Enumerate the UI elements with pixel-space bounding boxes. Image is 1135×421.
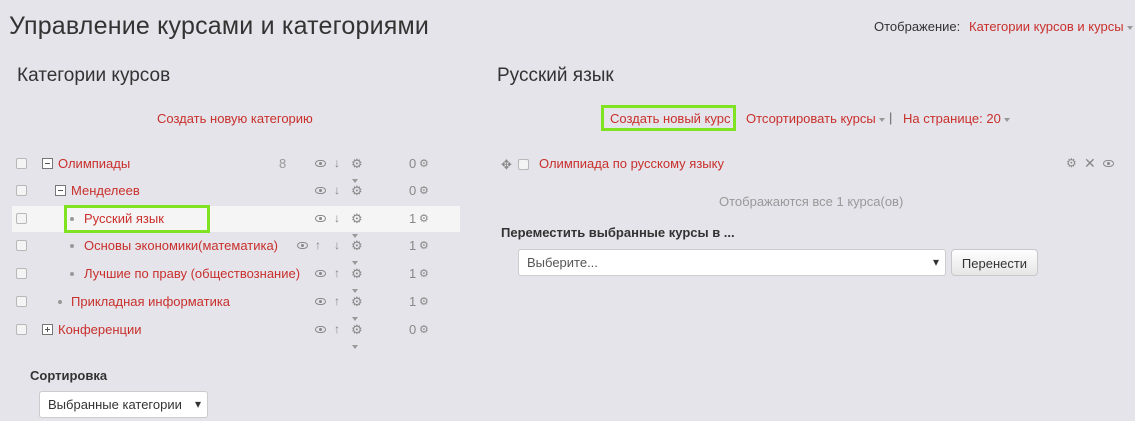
move-courses-label: Переместить выбранные курсы в ... (501, 225, 735, 240)
highlight-box (64, 205, 210, 233)
bullet-icon (70, 244, 74, 248)
caret-down-icon (878, 117, 885, 122)
course-count: 0 (409, 156, 417, 171)
courses-icon: ⚙ (419, 296, 429, 308)
category-link[interactable]: Конференции (58, 322, 142, 337)
course-count: 1 (409, 294, 417, 309)
move-button[interactable]: Перенести (951, 249, 1038, 276)
course-count: 0 (409, 183, 417, 198)
move-target-select[interactable]: Выберите... (518, 249, 946, 276)
courses-icon: ⚙ (419, 158, 429, 170)
arrow-up-icon[interactable]: ↑ (315, 238, 321, 252)
eye-icon[interactable] (315, 298, 326, 305)
courses-icon: ⚙ (419, 185, 429, 197)
view-mode-value: Категории курсов и курсы (969, 19, 1124, 34)
arrow-up-icon[interactable]: ↑ (334, 294, 340, 308)
gear-icon[interactable]: ⚙ (1066, 156, 1077, 170)
courses-icon: ⚙ (419, 268, 429, 280)
sort-select-value: Выбранные категории (48, 397, 182, 412)
gear-icon[interactable]: ⚙ (351, 322, 363, 353)
category-checkbox[interactable] (16, 296, 27, 307)
category-checkbox[interactable] (16, 324, 27, 335)
courses-icon: ⚙ (419, 213, 429, 225)
move-select-value: Выберите... (527, 255, 598, 270)
category-link[interactable]: Прикладная информатика (71, 294, 230, 309)
category-link[interactable]: Менделеев (71, 183, 140, 198)
eye-icon[interactable] (315, 326, 326, 333)
category-checkbox[interactable] (16, 158, 27, 169)
courses-title: Русский язык (497, 65, 614, 86)
create-category-link[interactable]: Создать новую категорию (157, 111, 313, 126)
eye-icon[interactable] (315, 160, 326, 167)
separator: | (889, 110, 893, 125)
category-checkbox[interactable] (16, 213, 27, 224)
arrow-down-icon[interactable]: ↓ (334, 183, 340, 197)
course-checkbox[interactable] (518, 159, 529, 170)
courses-shown-text: Отображаются все 1 курса(ов) (719, 194, 904, 209)
arrow-down-icon[interactable]: ↓ (334, 238, 340, 252)
arrow-up-icon[interactable]: ↑ (334, 266, 340, 280)
category-link[interactable]: Олимпиады (58, 156, 130, 171)
move-icon[interactable]: ✥ (501, 157, 512, 173)
bullet-icon (58, 300, 62, 304)
arrow-down-icon[interactable]: ↓ (334, 211, 340, 225)
view-mode-dropdown[interactable]: Категории курсов и курсы (969, 19, 1133, 34)
delete-icon[interactable]: ✕ (1084, 155, 1096, 172)
category-row: Конференции ↑ ⚙ 0 ⚙ (12, 317, 460, 349)
sort-courses-dropdown[interactable]: Отсортировать курсы (746, 111, 885, 126)
category-checkbox[interactable] (16, 185, 27, 196)
course-link[interactable]: Олимпиада по русскому языку (539, 156, 724, 171)
view-mode-label: Отображение: (874, 19, 961, 34)
caret-down-icon (1003, 117, 1010, 122)
sort-courses-label: Отсортировать курсы (746, 111, 876, 126)
collapse-icon[interactable] (42, 158, 53, 169)
bullet-icon (70, 272, 74, 276)
arrow-down-icon[interactable]: ↓ (334, 156, 340, 170)
course-count: 0 (409, 322, 417, 337)
category-link[interactable]: Лучшие по праву (обществознание) (84, 266, 300, 281)
sort-label: Сортировка (30, 368, 108, 383)
category-link[interactable]: Основы экономики(математика) (84, 238, 278, 253)
category-sort-select[interactable]: Выбранные категории (39, 391, 208, 418)
per-page-label: На странице: 20 (903, 111, 1001, 126)
course-count: 1 (409, 266, 417, 281)
category-row: Менделеев ↓ ⚙ 0 ⚙ (12, 178, 460, 210)
caret-down-icon (1126, 25, 1133, 30)
arrow-up-icon[interactable]: ↑ (334, 322, 340, 336)
category-checkbox[interactable] (16, 240, 27, 251)
category-row: Основы экономики(математика) ↑ ↓ ⚙ 1 ⚙ (12, 233, 460, 265)
category-checkbox[interactable] (16, 268, 27, 279)
per-page-dropdown[interactable]: На странице: 20 (903, 111, 1010, 126)
eye-icon[interactable] (315, 187, 326, 194)
eye-icon[interactable] (315, 215, 326, 222)
collapse-icon[interactable] (55, 185, 66, 196)
course-count: 1 (409, 211, 417, 226)
eye-icon[interactable] (1103, 160, 1114, 167)
courses-icon: ⚙ (419, 240, 429, 252)
course-row: ✥ Олимпиада по русскому языку ⚙ ✕ (500, 155, 1120, 174)
categories-title: Категории курсов (17, 65, 171, 86)
page-title: Управление курсами и категориями (9, 12, 430, 40)
courses-icon: ⚙ (419, 324, 429, 336)
category-row: Олимпиады 8 ↓ ⚙ 0 ⚙ (12, 151, 460, 183)
category-row: Лучшие по праву (обществознание) ↑ ⚙ 1 ⚙ (12, 261, 460, 293)
category-count: 8 (279, 156, 287, 171)
create-course-link[interactable]: Создать новый курс (601, 105, 736, 131)
eye-icon[interactable] (315, 270, 326, 277)
category-row: Прикладная информатика ↑ ⚙ 1 ⚙ (12, 289, 460, 321)
expand-icon[interactable] (42, 324, 53, 335)
course-count: 1 (409, 238, 417, 253)
eye-icon[interactable] (297, 242, 308, 249)
